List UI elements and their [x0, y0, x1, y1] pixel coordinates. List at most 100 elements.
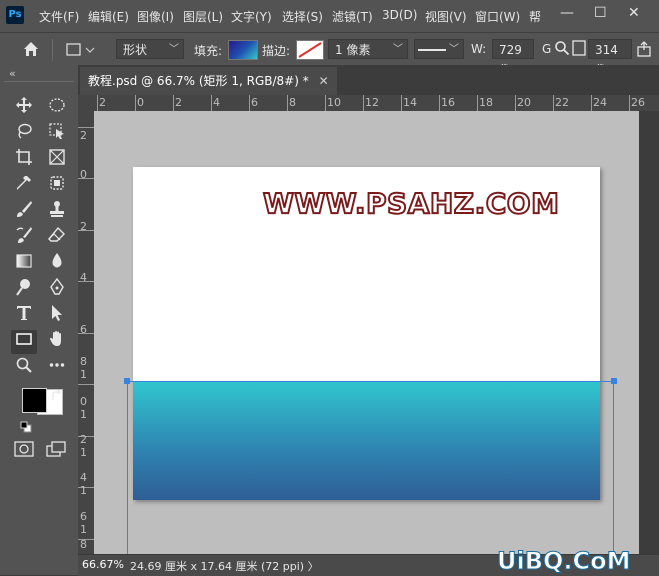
menu-select[interactable]: 选择(S) [282, 8, 323, 25]
ruler-tick-label: 4 [80, 471, 87, 484]
quick-mask-icon[interactable] [14, 441, 34, 461]
ruler-tick-label: 8 [80, 355, 87, 368]
spot-healing-icon[interactable] [44, 174, 70, 198]
tools-panel: « [0, 65, 78, 575]
ruler-tick-label: 12 [365, 96, 379, 109]
ruler-tick-label: 24 [593, 96, 607, 109]
menu-help[interactable]: 帮 [529, 8, 541, 25]
chevron-down-icon: ﹀ [393, 44, 403, 55]
stroke-width-value: 1 像素 [335, 43, 371, 57]
height-label: G [542, 42, 552, 56]
zoom-tool-icon[interactable] [11, 356, 37, 380]
ruler-tick-label: 22 [555, 96, 569, 109]
fill-label: 填充: [194, 44, 223, 58]
menu-image[interactable]: 图像(I) [137, 8, 174, 25]
menu-window[interactable]: 窗口(W) [475, 8, 520, 25]
frame-tool-icon[interactable] [44, 148, 70, 172]
menu-filter[interactable]: 滤镜(T) [332, 8, 373, 25]
stroke-label: 描边: [262, 44, 291, 58]
lasso-tool-icon[interactable] [11, 122, 37, 146]
horizontal-ruler: 2 0 2 4 6 8 10 12 14 16 18 20 22 24 26 [94, 95, 659, 111]
transform-handle-top-left[interactable] [124, 378, 130, 384]
menu-type[interactable]: 文字(Y) [231, 8, 272, 25]
close-window-button[interactable]: ✕ [628, 5, 640, 21]
chevron-down-icon: ﹀ [449, 44, 459, 55]
stroke-width-dropdown[interactable]: 1 像素 ﹀ [328, 39, 408, 59]
tool-mode-dropdown[interactable]: 形状 ﹀ [116, 39, 184, 59]
dodge-tool-icon[interactable] [11, 278, 37, 302]
ruler-tick-label: 1 [80, 523, 87, 536]
hand-tool-icon[interactable] [44, 330, 70, 354]
ruler-tick-label: 1 [80, 484, 87, 497]
elliptical-marquee-icon[interactable] [44, 96, 70, 120]
stroke-type-dropdown[interactable]: ﹀ [414, 39, 464, 59]
ruler-tick-label: 10 [327, 96, 341, 109]
ruler-tick-label: 4 [80, 271, 87, 284]
ruler-tick-label: 2 [80, 433, 87, 446]
rectangle-tool-icon[interactable] [11, 330, 37, 354]
history-brush-icon[interactable] [11, 226, 37, 250]
ruler-tick-label: 1 [80, 446, 87, 459]
home-icon[interactable] [22, 40, 40, 62]
menu-view[interactable]: 视图(V) [425, 8, 467, 25]
ruler-tick-label: 0 [137, 96, 144, 109]
collapse-panel-button[interactable]: « [9, 67, 16, 80]
workspace-icon[interactable] [572, 40, 586, 60]
ruler-tick-label: 2 [80, 129, 87, 142]
ruler-tick-label: 2 [99, 96, 106, 109]
ruler-tick-label: 0 [80, 168, 87, 181]
ruler-tick-label: 0 [80, 395, 87, 408]
eraser-tool-icon[interactable] [44, 226, 70, 250]
zoom-level[interactable]: 66.67% [82, 558, 124, 571]
maximize-button[interactable]: ☐ [594, 5, 607, 21]
gradient-tool-icon[interactable] [11, 252, 37, 276]
vertical-scrollbar[interactable] [639, 111, 659, 554]
type-tool-icon[interactable] [11, 304, 37, 328]
menu-layer[interactable]: 图层(L) [183, 8, 223, 25]
blur-tool-icon[interactable] [44, 252, 70, 276]
ruler-tick-label: 1 [80, 368, 87, 381]
search-icon[interactable] [554, 40, 570, 60]
ruler-tick-label: 4 [213, 96, 220, 109]
vertical-ruler: 2 0 2 4 6 8 1 0 1 2 1 4 1 6 1 8 [78, 111, 94, 554]
ruler-tick-label: 2 [80, 220, 87, 233]
document-tab[interactable]: 教程.psd @ 66.7% (矩形 1, RGB/8#) * ✕ [80, 67, 337, 95]
rectangle-tool-preset-icon[interactable] [66, 42, 96, 61]
pen-tool-icon[interactable] [44, 277, 70, 302]
minimize-button[interactable]: — [560, 5, 574, 21]
more-tools-icon[interactable] [44, 356, 70, 380]
height-input[interactable]: 314 像 [588, 39, 632, 77]
swap-colors-icon[interactable] [51, 387, 63, 406]
brush-tool-icon[interactable] [11, 200, 37, 224]
ruler-tick-label: 6 [80, 323, 87, 336]
photoshop-logo-icon: Ps [6, 6, 24, 24]
transform-handle-top-right[interactable] [611, 378, 617, 384]
menu-edit[interactable]: 编辑(E) [88, 8, 129, 25]
object-selection-icon[interactable] [44, 122, 70, 146]
menu-3d[interactable]: 3D(D) [382, 8, 417, 22]
ruler-tick-label: 2 [175, 96, 182, 109]
width-input[interactable]: 729 像 [492, 39, 534, 77]
ruler-tick-label: 16 [441, 96, 455, 109]
foreground-color-swatch[interactable] [22, 388, 47, 413]
clone-stamp-icon[interactable] [44, 200, 70, 224]
menu-file[interactable]: 文件(F) [39, 8, 79, 25]
stroke-swatch[interactable] [296, 40, 324, 60]
document-tab-title: 教程.psd @ 66.7% (矩形 1, RGB/8#) * [88, 74, 309, 88]
eyedropper-icon[interactable] [11, 174, 37, 198]
shape-bounding-box[interactable] [127, 381, 614, 571]
document-size-info[interactable]: 24.69 厘米 x 17.64 厘米 (72 ppi) 〉 [130, 558, 319, 574]
close-tab-icon[interactable]: ✕ [319, 74, 329, 88]
default-colors-icon[interactable] [20, 418, 32, 437]
share-icon[interactable] [636, 40, 654, 62]
ruler-tick-label: 18 [479, 96, 493, 109]
move-tool-icon[interactable] [11, 96, 37, 120]
ruler-tick-label: 6 [80, 510, 87, 523]
ruler-corner [78, 95, 94, 111]
options-bar: 形状 ﹀ 填充: 描边: 1 像素 ﹀ ﹀ W: 729 像 G 314 像 [0, 32, 659, 77]
screen-mode-icon[interactable] [46, 441, 66, 461]
crop-tool-icon[interactable] [11, 148, 37, 172]
chevron-down-icon: ﹀ [169, 44, 179, 55]
fill-swatch[interactable] [228, 40, 258, 60]
path-selection-icon[interactable] [44, 304, 70, 328]
